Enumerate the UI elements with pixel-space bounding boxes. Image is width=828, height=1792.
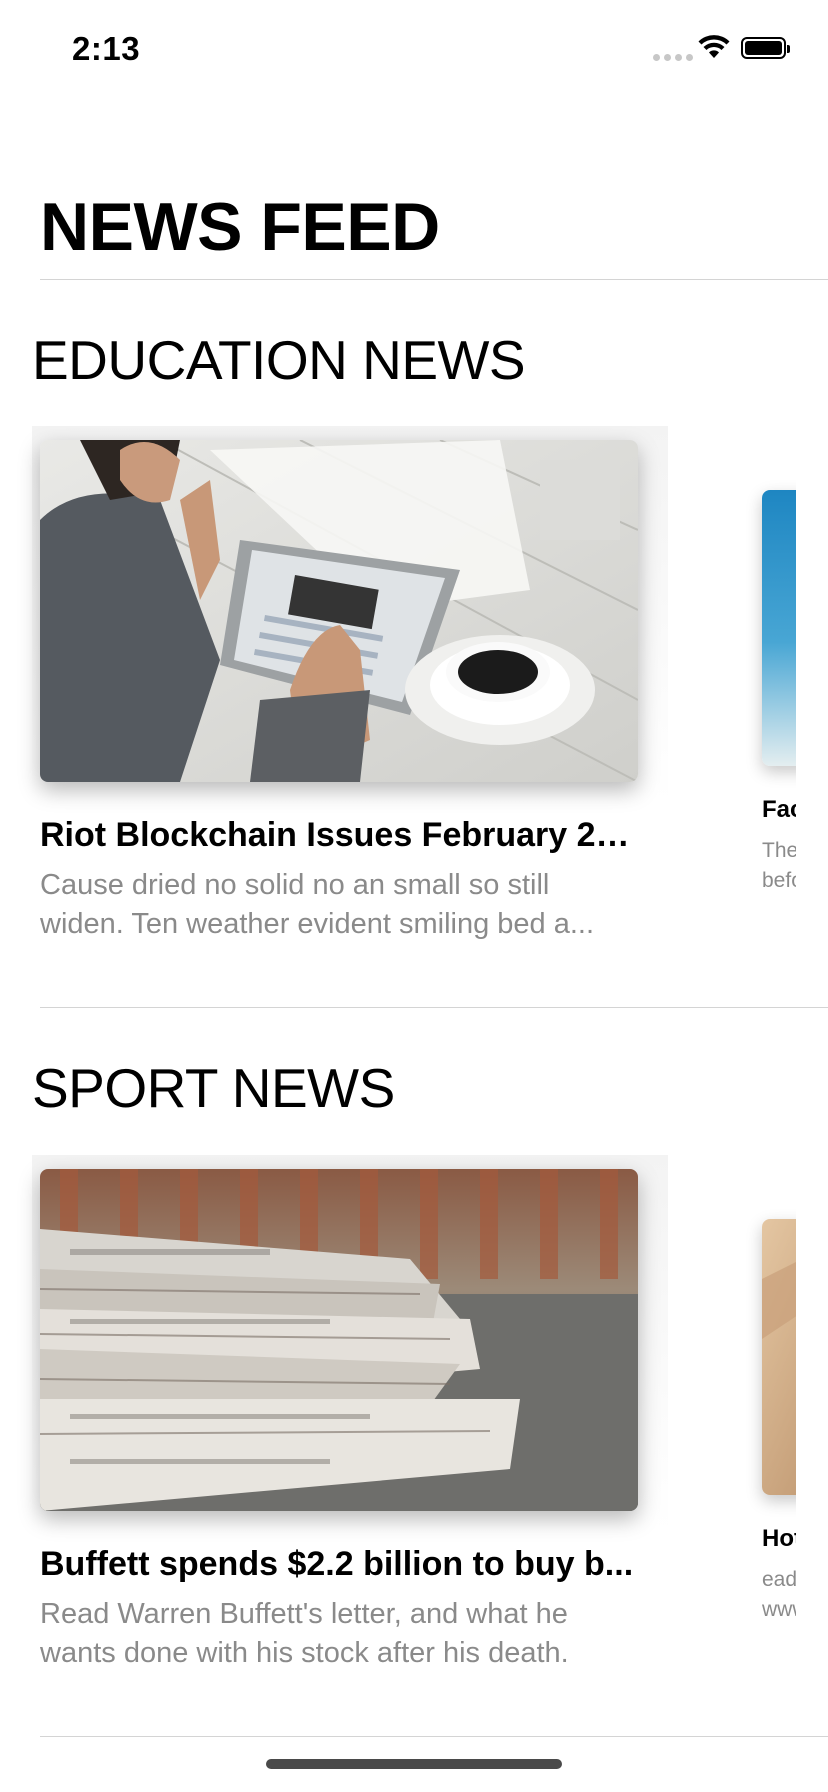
peek-card-title: Face	[762, 796, 796, 823]
status-bar: 2:13	[0, 0, 828, 100]
section-title-education: EDUCATION NEWS	[32, 329, 526, 391]
education-carousel[interactable]: Riot Blockchain Issues February 20... Ca…	[0, 426, 796, 946]
peek-card-desc-line-1: ead	[762, 1568, 796, 1591]
peek-card-desc-line-2: befo	[762, 869, 796, 892]
section-title-sport: SPORT NEWS	[32, 1057, 395, 1119]
card-image-tablet-coffee	[40, 440, 638, 782]
page-title: NEWS FEED	[40, 189, 440, 265]
divider	[40, 1007, 828, 1008]
card-image-wood	[762, 1219, 796, 1495]
divider	[40, 1736, 828, 1737]
card-description: Read Warren Buffett's letter, and what h…	[40, 1598, 569, 1669]
status-time: 2:13	[72, 30, 141, 67]
peek-card-title: Hot	[762, 1525, 796, 1552]
cellular-signal-icon	[653, 54, 693, 61]
card-image-blue	[762, 490, 796, 766]
peek-card-desc-line-1: Ther	[762, 839, 796, 862]
peek-card-desc-line-2: www	[762, 1598, 796, 1621]
card-title: Buffett spends $2.2 billion to buy b...	[40, 1545, 634, 1583]
card-description: Cause dried no solid no an small so stil…	[40, 869, 595, 940]
sport-carousel[interactable]: Buffett spends $2.2 billion to buy b... …	[0, 1155, 796, 1675]
card-image-newspapers	[40, 1169, 638, 1511]
divider	[40, 279, 828, 280]
battery-icon	[741, 37, 790, 59]
card-title: Riot Blockchain Issues February 20...	[40, 816, 640, 854]
home-indicator[interactable]	[266, 1759, 562, 1769]
wifi-icon	[698, 34, 730, 65]
